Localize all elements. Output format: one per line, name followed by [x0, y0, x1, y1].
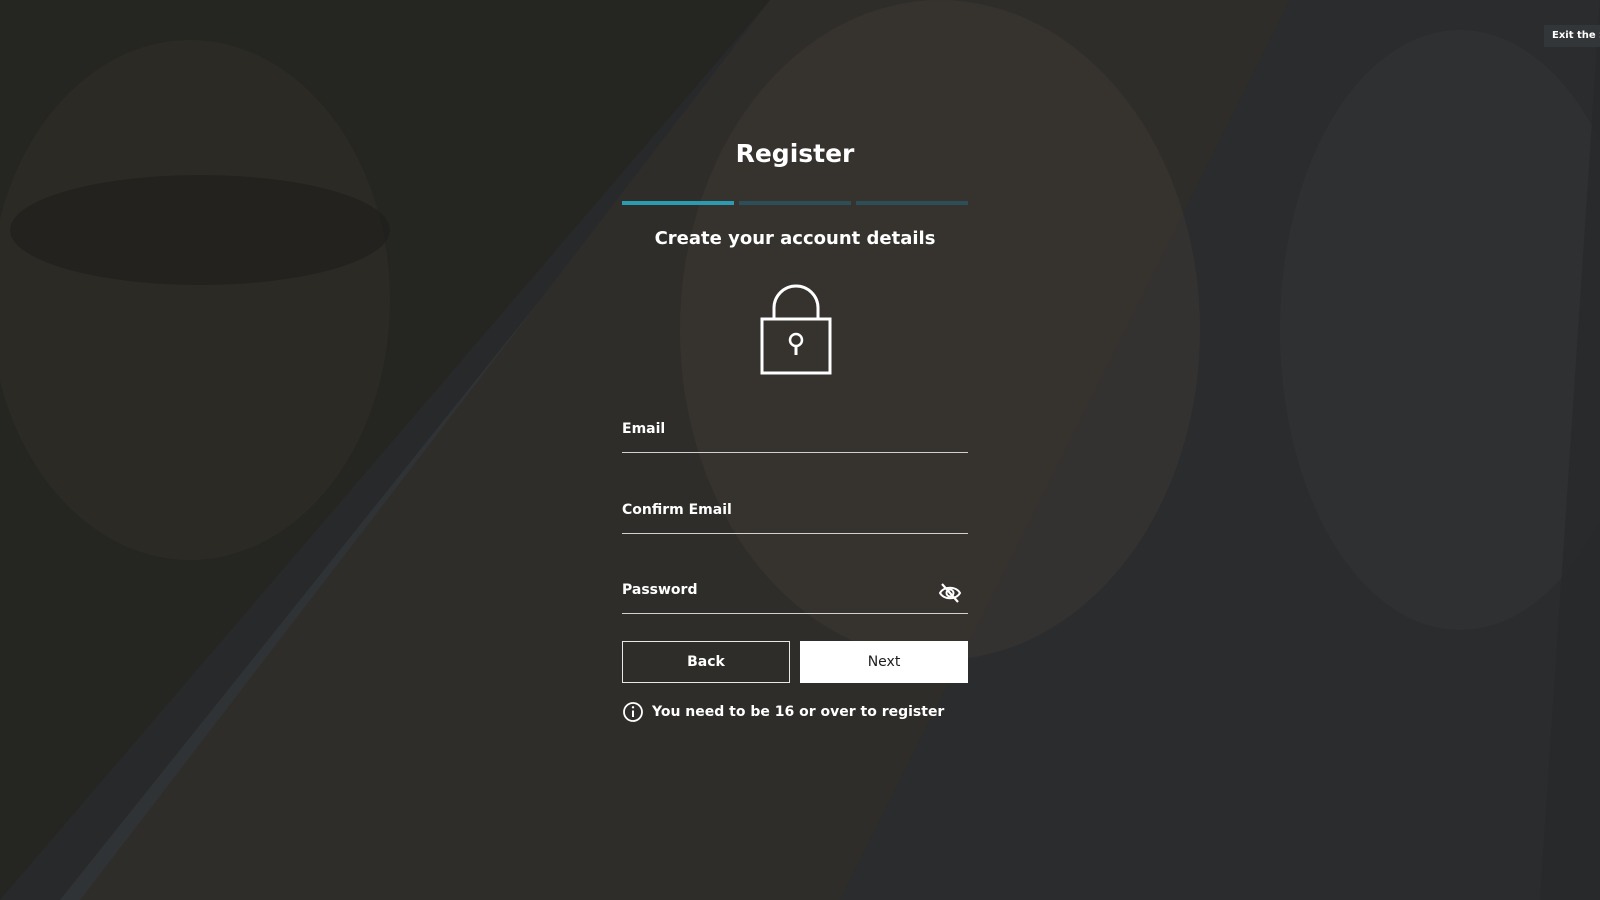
- lock-icon: [760, 284, 832, 375]
- password-field[interactable]: Password: [622, 574, 972, 615]
- progress-step-2: [739, 201, 851, 205]
- password-input[interactable]: [622, 574, 972, 615]
- age-notice-text: You need to be 16 or over to register: [652, 704, 945, 720]
- next-button[interactable]: Next: [800, 641, 968, 683]
- progress-step-3: [856, 201, 968, 205]
- email-input[interactable]: [622, 413, 972, 454]
- step-progress: [622, 201, 968, 205]
- page-title: Register: [735, 139, 855, 168]
- section-subtitle: Create your account details: [654, 228, 936, 249]
- info-circle-icon: [623, 702, 643, 722]
- back-button[interactable]: Back: [622, 641, 790, 683]
- register-page: Exit the S Register Create your account …: [0, 0, 1600, 900]
- confirm-email-input[interactable]: [622, 494, 972, 535]
- confirm-email-field[interactable]: Confirm Email: [622, 494, 972, 535]
- progress-step-1: [622, 201, 734, 205]
- eye-slash-icon[interactable]: [938, 582, 962, 604]
- exit-button[interactable]: Exit the S: [1544, 25, 1600, 47]
- email-field[interactable]: Email: [622, 413, 972, 454]
- age-notice: You need to be 16 or over to register: [622, 701, 982, 723]
